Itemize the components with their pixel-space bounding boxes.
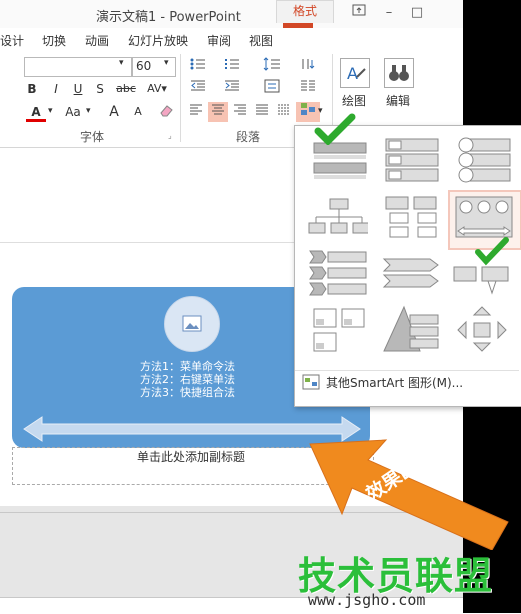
strikethrough-button[interactable]: abc [114,79,138,99]
drawing-label: 绘图 [342,94,367,108]
bullets-button[interactable] [188,57,208,77]
align-text-icon [264,79,280,93]
clear-format-button[interactable] [156,102,176,122]
tab-slideshow[interactable]: 幻灯片放映 [128,32,188,49]
layout-arrow-cross[interactable] [452,305,512,359]
check-mark-icon [314,113,356,145]
editing-label: 编辑 [386,94,411,108]
decrease-indent-button[interactable] [188,79,208,99]
grow-font-button[interactable]: A [104,102,124,122]
numbering-button[interactable] [222,57,242,77]
line-spacing-icon [263,57,280,71]
binoculars-icon [389,65,409,81]
font-color-chevron-icon: ▾ [48,106,53,116]
watermark-url: www.jsgho.com [308,591,426,609]
line-spacing-button[interactable] [262,57,282,77]
drawing-button[interactable]: A [340,58,370,88]
font-size-value: 60 [136,59,152,73]
text-direction-button[interactable] [298,57,318,77]
font-name-chevron-icon: ▾ [119,58,124,68]
text-direction-icon [302,59,315,69]
align-center-button[interactable] [208,102,228,122]
ribbon-display-icon [352,4,366,16]
align-left-icon [190,104,202,115]
smartart-text-line-3: 方法3：快捷组合法 [140,386,235,399]
layout-vertical-circle-list[interactable] [452,133,512,187]
tab-view: 视图 [249,34,274,48]
change-case-button[interactable]: Aa [60,102,86,122]
align-text-button[interactable] [262,79,282,99]
font-name-combo[interactable] [24,57,132,77]
align-center-icon [212,104,224,115]
distribute-icon [278,104,290,115]
align-left-button[interactable] [186,102,206,122]
layout-horizontal-arrow-list[interactable] [380,249,440,303]
minimize-button[interactable]: – [378,3,400,23]
tab-design[interactable]: 设计 [0,32,24,49]
ribbon-tab-row [0,28,463,50]
subtitle-placeholder-text: 单击此处添加副标题 [137,450,246,464]
group-label-font: 字体 [80,130,105,144]
shrink-font-button[interactable]: A [128,102,148,122]
tab-transitions[interactable]: 切换 [42,32,66,49]
shadow-button[interactable]: S [90,79,110,99]
align-right-icon [234,104,246,115]
columns-icon [301,80,315,91]
tab-review[interactable]: 审阅 [207,32,231,49]
layout-picture-accent-list[interactable] [308,305,368,359]
columns-button[interactable] [298,79,318,99]
group-label-paragraph: 段落 [236,130,261,144]
tab-animations[interactable]: 动画 [85,32,109,49]
shapes-icon: A [347,64,366,83]
picture-placeholder[interactable] [164,296,220,352]
layout-vertical-box-list[interactable] [380,133,440,187]
bullets-icon [190,58,205,70]
font-color-button[interactable]: A [26,102,46,122]
underline-button[interactable]: U [68,79,88,99]
char-spacing-button[interactable]: AV▾ [142,79,172,99]
tab-format[interactable]: 格式 [276,0,334,23]
picture-icon [182,315,202,332]
italic-button[interactable]: I [46,79,66,99]
smartart-small-icon [302,374,320,390]
more-smartart-label: 其他SmartArt 图形(M)... [326,376,464,390]
justify-icon [256,104,268,115]
layout-chevron-list[interactable] [308,249,368,303]
numbering-icon [225,59,239,69]
restore-button[interactable]: □ [406,3,428,23]
window-title: 演示文稿1 - PowerPoint [96,10,241,25]
layout-organization-chart[interactable] [308,193,368,247]
group-separator [180,54,181,142]
change-case-chevron-icon: ▾ [86,106,91,116]
annotation-arrow [309,439,509,550]
decrease-indent-icon [191,80,205,91]
font-size-chevron-icon: ▾ [164,58,169,68]
editing-button[interactable] [384,58,414,88]
ribbon-display-button[interactable] [348,3,370,23]
svg-text:A: A [347,64,358,83]
layout-hierarchy-list[interactable] [380,193,440,247]
justify-button[interactable] [252,102,272,122]
increase-indent-button[interactable] [222,79,242,99]
bold-button[interactable]: B [22,79,42,99]
check-mark-icon [475,237,509,266]
eraser-icon [160,105,173,117]
align-right-button[interactable] [230,102,250,122]
increase-indent-icon [225,80,239,91]
layout-pyramid-list[interactable] [380,305,440,359]
font-dialog-launcher-icon[interactable]: ⌟ [168,131,172,140]
distribute-button[interactable] [274,102,294,122]
